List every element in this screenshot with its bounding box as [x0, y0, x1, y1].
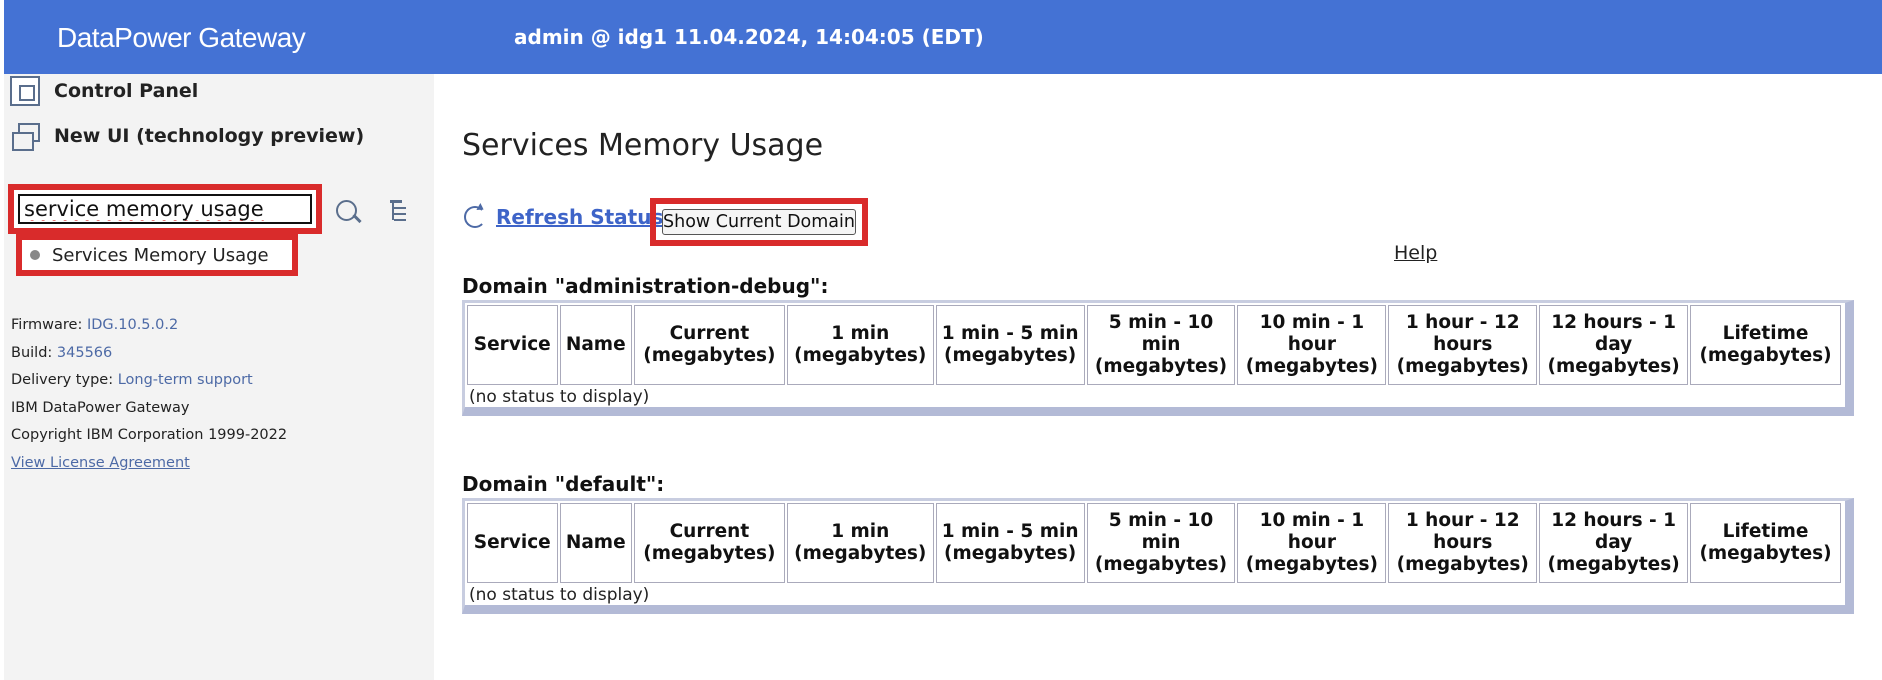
column-header[interactable]: 1 min (megabytes): [786, 305, 934, 385]
license-agreement-link[interactable]: View License Agreement: [11, 450, 287, 478]
no-status-text: (no status to display): [469, 387, 650, 407]
firmware-value: IDG.10.5.0.2: [86, 317, 179, 333]
search-highlight: [8, 184, 322, 234]
column-header[interactable]: 5 min - 10 min (megabytes): [1086, 305, 1236, 385]
new-ui-label: New UI (technology preview): [54, 125, 365, 147]
column-header[interactable]: Service: [467, 305, 558, 385]
column-header[interactable]: Current (megabytes): [633, 305, 785, 385]
help-link[interactable]: Help: [1394, 242, 1437, 264]
delivery-value: Long-term support: [117, 372, 253, 388]
firmware-label: Firmware:: [11, 317, 83, 333]
memory-usage-table: Service Name Current (megabytes) 1 min (…: [465, 501, 1843, 607]
column-header[interactable]: 1 min (megabytes): [786, 503, 934, 583]
no-status-text: (no status to display): [469, 585, 650, 605]
search-icon[interactable]: [334, 198, 364, 228]
column-header[interactable]: Current (megabytes): [633, 503, 785, 583]
refresh-status[interactable]: Refresh Status: [462, 204, 663, 230]
column-header[interactable]: Name: [559, 305, 632, 385]
domain-heading: Domain "administration-debug":: [462, 274, 829, 298]
column-header[interactable]: 12 hours - 1 day (megabytes): [1539, 305, 1689, 385]
tree-view-icon[interactable]: [388, 198, 408, 222]
refresh-icon[interactable]: [462, 204, 488, 230]
show-domain-highlight: Show Current Domain: [650, 198, 868, 246]
search-result-label: Services Memory Usage: [52, 244, 269, 266]
table-header-row: Service Name Current (megabytes) 1 min (…: [467, 503, 1841, 583]
column-header[interactable]: 1 min - 5 min (megabytes): [935, 503, 1085, 583]
product-name: DataPower Gateway: [57, 22, 306, 53]
firmware-info: Firmware: IDG.10.5.0.2 Build: 345566 Del…: [11, 312, 287, 477]
column-header[interactable]: 1 hour - 12 hours (megabytes): [1388, 503, 1538, 583]
memory-table: Service Name Current (megabytes) 1 min (…: [462, 300, 1854, 416]
table-row: (no status to display): [467, 585, 1841, 605]
control-panel-icon: [10, 76, 40, 106]
column-header[interactable]: Service: [467, 503, 558, 583]
page-title: Services Memory Usage: [462, 128, 824, 163]
show-current-domain-button[interactable]: Show Current Domain: [662, 209, 856, 235]
bullet-icon: [30, 250, 40, 260]
navigation-search-input[interactable]: [18, 194, 312, 224]
new-window-icon: [10, 121, 40, 151]
sidebar: Control Panel New UI (technology preview…: [4, 74, 434, 680]
column-header[interactable]: Name: [559, 503, 632, 583]
memory-usage-table: Service Name Current (megabytes) 1 min (…: [465, 303, 1843, 409]
build-value: 345566: [56, 344, 113, 361]
build-label: Build:: [11, 344, 53, 361]
column-header[interactable]: Lifetime (megabytes): [1690, 305, 1841, 385]
column-header[interactable]: 5 min - 10 min (megabytes): [1086, 503, 1236, 583]
table-header-row: Service Name Current (megabytes) 1 min (…: [467, 305, 1841, 385]
column-header[interactable]: Lifetime (megabytes): [1690, 503, 1841, 583]
refresh-status-link[interactable]: Refresh Status: [496, 205, 663, 229]
session-info: admin @ idg1 11.04.2024, 14:04:05 (EDT): [514, 25, 984, 49]
main-content: Services Memory Usage Refresh Status Sho…: [434, 74, 1882, 680]
control-panel-label: Control Panel: [54, 80, 199, 102]
new-ui-link[interactable]: New UI (technology preview): [10, 120, 364, 152]
table-row: (no status to display): [467, 387, 1841, 407]
search-result-item[interactable]: Services Memory Usage: [16, 234, 298, 276]
column-header[interactable]: 10 min - 1 hour (megabytes): [1237, 503, 1387, 583]
column-header[interactable]: 12 hours - 1 day (megabytes): [1539, 503, 1689, 583]
top-header-bar: DataPower Gateway admin @ idg1 11.04.202…: [4, 0, 1882, 74]
memory-table: Service Name Current (megabytes) 1 min (…: [462, 498, 1854, 614]
column-header[interactable]: 1 hour - 12 hours (megabytes): [1388, 305, 1538, 385]
domain-heading: Domain "default":: [462, 472, 665, 496]
column-header[interactable]: 1 min - 5 min (megabytes): [935, 305, 1085, 385]
column-header[interactable]: 10 min - 1 hour (megabytes): [1237, 305, 1387, 385]
control-panel-link[interactable]: Control Panel: [10, 75, 198, 107]
copyright-text: Copyright IBM Corporation 1999-2022: [11, 427, 288, 443]
product-line: IBM DataPower Gateway: [11, 399, 190, 416]
delivery-label: Delivery type:: [11, 372, 114, 388]
